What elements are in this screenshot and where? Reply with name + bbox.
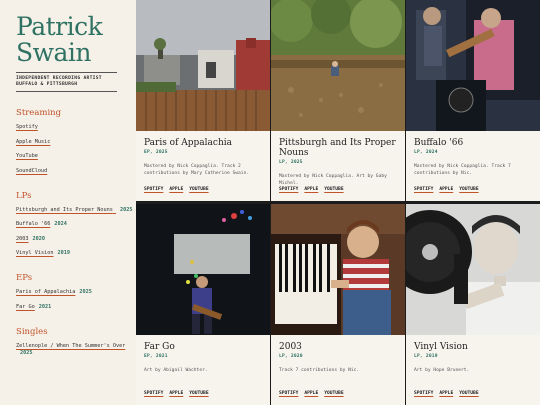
artist-name-line2: Swain — [16, 38, 92, 67]
ep-title: Far Go — [16, 303, 35, 310]
apple-link[interactable]: APPLE — [439, 391, 453, 396]
release-card[interactable]: Paris of Appalachia EP, 2025 Mastered by… — [136, 0, 270, 201]
streaming-heading: Streaming — [16, 108, 62, 118]
divider — [16, 72, 117, 73]
youtube-link[interactable]: YOUTUBE — [459, 187, 478, 192]
release-title: Paris of Appalachia — [144, 138, 233, 148]
ep-link[interactable]: Paris of Appalachia 2025 — [16, 289, 135, 296]
release-meta: LP, 2020 — [279, 354, 303, 359]
release-grid: Paris of Appalachia EP, 2025 Mastered by… — [136, 0, 540, 405]
release-links: SPOTIFY APPLE YOUTUBE — [279, 187, 350, 192]
soundcloud-link[interactable]: SoundCloud — [16, 168, 135, 175]
lps-heading: LPs — [16, 190, 32, 201]
sidebar: Patrick Swain INDEPENDENT RECORDING ARTI… — [0, 0, 135, 405]
release-card[interactable]: Vinyl Vision LP, 2019 Art by Hope Bruner… — [406, 204, 540, 405]
release-credits: Track 7 contributions by Nic. — [279, 368, 360, 373]
singles-heading: Singles — [16, 326, 48, 337]
lp-link[interactable]: 2003 2020 — [16, 236, 135, 243]
youtube-link[interactable]: YOUTUBE — [324, 187, 343, 192]
release-credits: Art by Hope Brunert. — [414, 368, 470, 373]
lp-year: 2020 — [32, 235, 46, 242]
lp-title: Vinyl Vision — [16, 250, 54, 256]
lp-link[interactable]: Vinyl Vision 2019 — [16, 250, 135, 257]
apple-link[interactable]: APPLE — [439, 187, 453, 192]
spotify-link[interactable]: SPOTIFY — [414, 391, 433, 396]
spotify-link[interactable]: SPOTIFY — [414, 187, 433, 192]
single-year: 2025 — [20, 349, 33, 356]
spotify-link[interactable]: SPOTIFY — [279, 187, 298, 192]
spotify-link[interactable]: SPOTIFY — [279, 391, 298, 396]
lp-title: Pittsburgh and Its Proper Nouns — [16, 206, 113, 213]
artist-name-line1: Patrick — [16, 12, 103, 41]
youtube-link[interactable]: YOUTUBE — [324, 391, 343, 396]
youtube-link[interactable]: YOUTUBE — [189, 187, 208, 192]
artist-name[interactable]: Patrick Swain — [16, 14, 135, 66]
lp-year: 2025 — [119, 206, 133, 213]
cover-photo[interactable] — [271, 0, 405, 131]
spotify-link[interactable]: SPOTIFY — [144, 187, 163, 192]
release-card[interactable]: Buffalo '66 LP, 2024 Mastered by Nick Co… — [406, 0, 540, 201]
release-credits: Mastered by Nick Coppaglia. Track 2 cont… — [144, 164, 250, 176]
release-links: SPOTIFY APPLE YOUTUBE — [144, 187, 215, 192]
release-links: SPOTIFY APPLE YOUTUBE — [414, 391, 485, 396]
ep-title: Paris of Appalachia — [16, 289, 76, 295]
ep-link[interactable]: Far Go 2021 — [16, 304, 135, 311]
divider — [16, 91, 117, 92]
release-title: 2003 — [279, 342, 302, 352]
release-meta: LP, 2019 — [414, 354, 438, 359]
spotify-link[interactable]: SPOTIFY — [144, 391, 163, 396]
release-credits: Art by Abigail Wachter. — [144, 368, 208, 373]
spotify-link[interactable]: Spotify — [16, 124, 135, 131]
release-title: Pittsburgh and Its Proper Nouns — [279, 138, 396, 158]
single-link[interactable]: Zellenople / When The Summer's Over2025 — [16, 343, 135, 357]
apple-link[interactable]: APPLE — [169, 391, 183, 396]
cover-photo[interactable] — [406, 0, 540, 131]
lp-title: Buffalo '66 — [16, 221, 51, 227]
release-meta: EP, 2021 — [144, 354, 168, 359]
release-credits: Mastered by Nick Coppaglia. Track 7 cont… — [414, 164, 511, 176]
lp-year: 2019 — [57, 250, 70, 256]
cover-photo[interactable] — [406, 204, 540, 335]
apple-music-link[interactable]: Apple Music — [16, 139, 135, 146]
lp-link[interactable]: Buffalo '66 2024 — [16, 221, 135, 228]
ep-year: 2025 — [79, 289, 92, 295]
release-meta: LP, 2024 — [414, 150, 438, 155]
tagline-line2: BUFFALO & PITTSBURGH — [16, 82, 78, 87]
ep-year: 2021 — [38, 303, 52, 310]
lp-year: 2024 — [54, 221, 67, 227]
release-title: Far Go — [144, 342, 175, 352]
apple-link[interactable]: APPLE — [304, 391, 318, 396]
youtube-link[interactable]: YOUTUBE — [459, 391, 478, 396]
lp-link[interactable]: Pittsburgh and Its Proper Nouns 2025 — [16, 207, 135, 214]
release-title: Buffalo '66 — [414, 138, 464, 148]
apple-link[interactable]: APPLE — [169, 187, 183, 192]
release-card[interactable]: Pittsburgh and Its Proper Nouns LP, 2025… — [271, 0, 405, 201]
release-meta: EP, 2025 — [144, 150, 168, 155]
eps-heading: EPs — [16, 273, 33, 283]
youtube-link[interactable]: YouTube — [16, 153, 135, 160]
release-card[interactable]: Far Go EP, 2021 Art by Abigail Wachter. … — [136, 204, 270, 405]
release-links: SPOTIFY APPLE YOUTUBE — [279, 391, 350, 396]
youtube-link[interactable]: YOUTUBE — [189, 391, 208, 396]
release-links: SPOTIFY APPLE YOUTUBE — [414, 187, 485, 192]
apple-link[interactable]: APPLE — [304, 187, 318, 192]
release-title: Vinyl Vision — [414, 342, 468, 352]
lp-title: 2003 — [16, 235, 29, 242]
release-links: SPOTIFY APPLE YOUTUBE — [144, 391, 215, 396]
cover-photo[interactable] — [136, 204, 270, 335]
release-meta: LP, 2025 — [279, 160, 303, 165]
tagline: INDEPENDENT RECORDING ARTIST BUFFALO & P… — [16, 76, 135, 88]
single-title: Zellenople / When The Summer's Over — [16, 342, 126, 349]
release-card[interactable]: 2003 LP, 2020 Track 7 contributions by N… — [271, 204, 405, 405]
cover-photo[interactable] — [271, 204, 405, 335]
cover-photo[interactable] — [136, 0, 270, 131]
release-credits: Mastered by Nick Coppaglia. Art by Gaby … — [279, 174, 387, 186]
